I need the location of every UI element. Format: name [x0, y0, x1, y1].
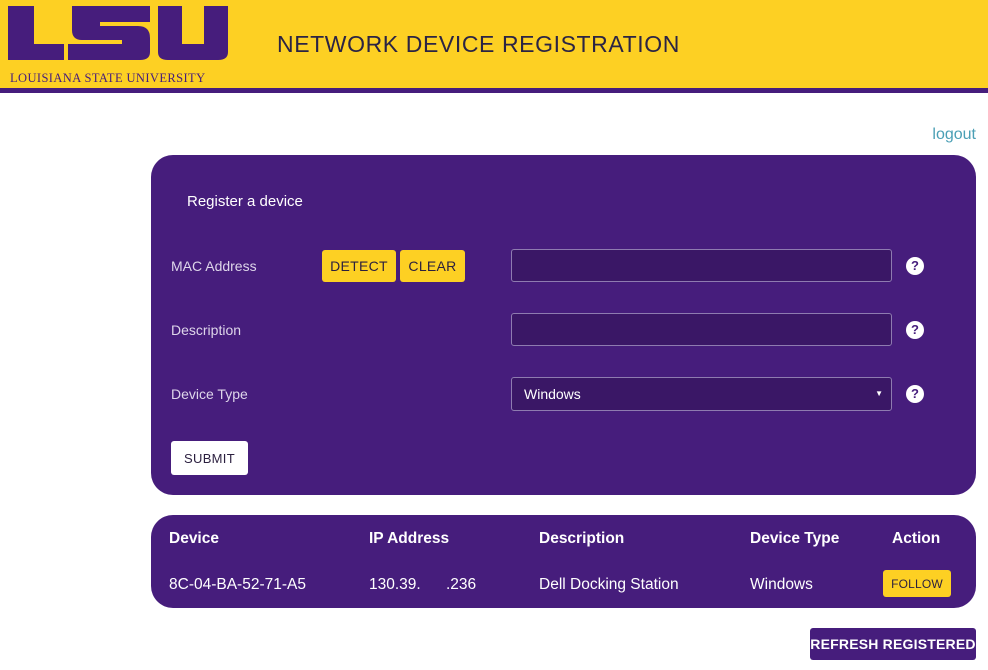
device-type-selected-value: Windows [524, 386, 581, 402]
description-help-icon[interactable]: ? [906, 321, 924, 339]
logout-link[interactable]: logout [932, 126, 976, 144]
device-type-label: Device Type [171, 386, 248, 402]
mac-address-label: MAC Address [171, 258, 257, 274]
page-title: NETWORK DEVICE REGISTRATION [277, 31, 680, 57]
lsu-logo: LOUISIANA STATE UNIVERSITY [6, 4, 232, 86]
device-mac-cell: 8C-04-BA-52-71-A5 [169, 576, 306, 593]
follow-button[interactable]: FOLLOW [883, 570, 951, 597]
refresh-registered-button[interactable]: REFRESH REGISTERED [810, 628, 976, 660]
mac-address-input[interactable] [511, 249, 892, 282]
submit-button[interactable]: SUBMIT [171, 441, 248, 475]
description-input[interactable] [511, 313, 892, 346]
device-type-help-icon[interactable]: ? [906, 385, 924, 403]
detect-button[interactable]: DETECT [322, 250, 396, 282]
column-header-ip-address: IP Address [369, 530, 450, 547]
column-header-device-type: Device Type [750, 530, 840, 547]
register-panel-title: Register a device [187, 193, 303, 210]
ip-address-prefix-cell: 130.39. [369, 576, 421, 593]
logo-subtitle: LOUISIANA STATE UNIVERSITY [10, 71, 206, 85]
mac-help-icon[interactable]: ? [906, 257, 924, 275]
site-header: LOUISIANA STATE UNIVERSITY NETWORK DEVIC… [0, 0, 988, 93]
registered-devices-table: Device IP Address Description Device Typ… [151, 515, 976, 608]
device-type-select[interactable]: Windows ▼ [511, 377, 892, 411]
column-header-action: Action [892, 530, 941, 547]
ip-address-suffix-cell: .236 [446, 576, 477, 593]
dropdown-caret-icon: ▼ [875, 389, 883, 398]
column-header-description: Description [539, 530, 625, 547]
column-header-device: Device [169, 530, 219, 547]
lsu-logo-mark [8, 6, 228, 60]
register-device-panel: Register a device MAC Address DETECT CLE… [151, 155, 976, 495]
device-type-cell: Windows [750, 576, 813, 593]
description-label: Description [171, 322, 242, 338]
clear-button[interactable]: CLEAR [400, 250, 465, 282]
description-cell: Dell Docking Station [539, 576, 679, 593]
